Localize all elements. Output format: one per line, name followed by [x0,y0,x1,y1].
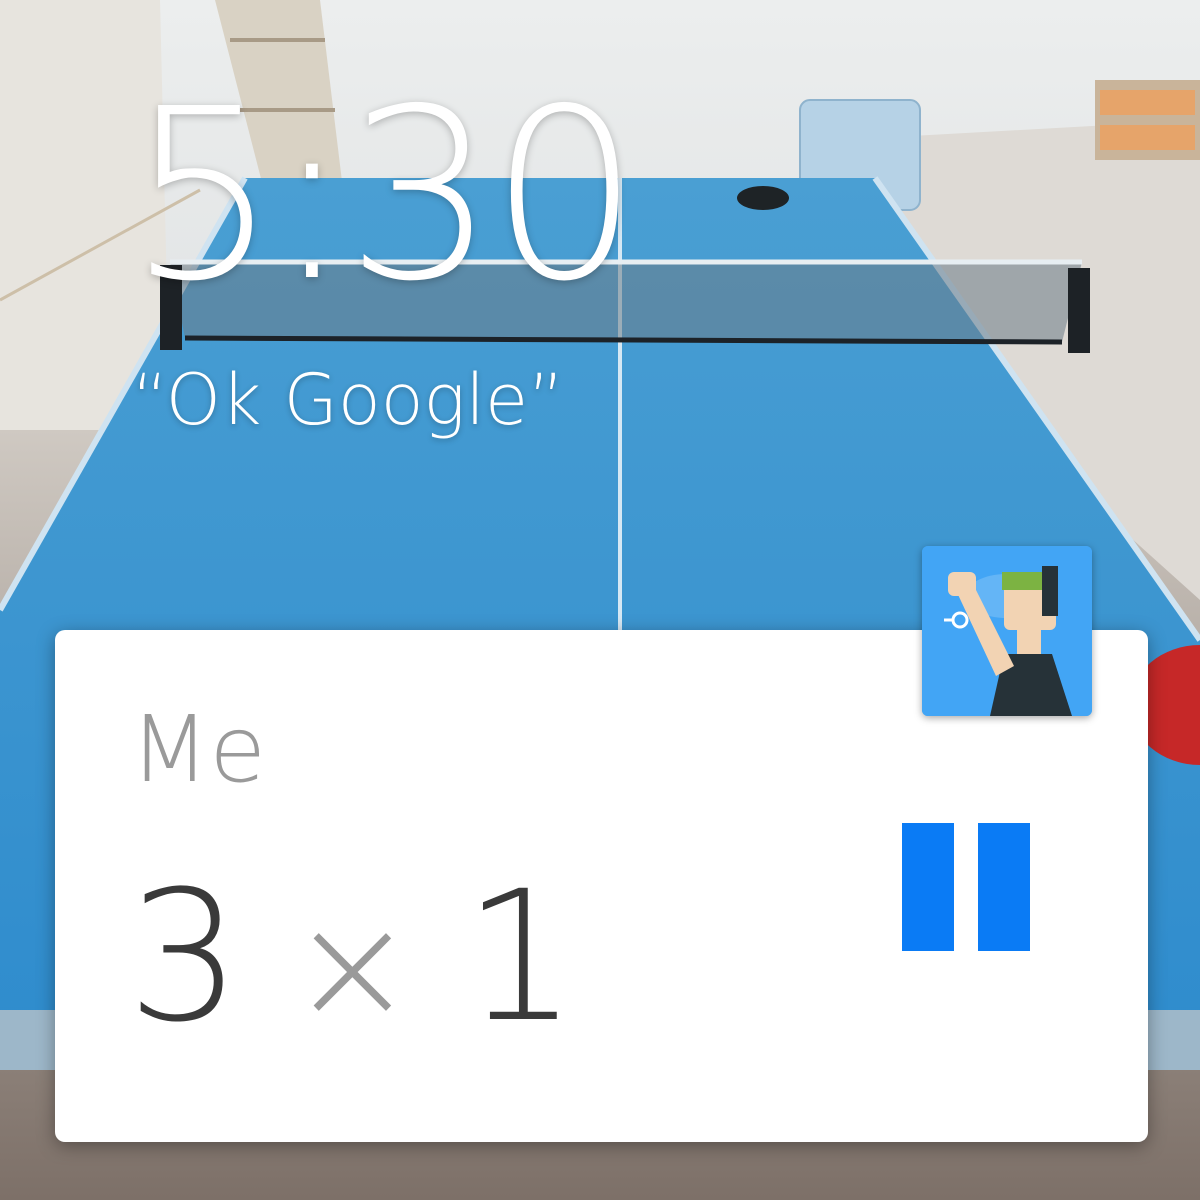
pause-bar-right [978,823,1030,951]
ok-google-prompt[interactable]: “Ok Google” [132,360,564,440]
pause-bar-left [902,823,954,951]
card-title: Me [130,696,266,803]
ping-pong-player-icon [922,546,1092,716]
score-left: 3 [127,853,242,1062]
match-score: 3 × 1 [127,858,578,1068]
score-right: 1 [463,853,578,1062]
score-separator: × [289,881,416,1055]
clock-time: 5:30 [128,58,640,333]
watch-screen: 5:30 “Ok Google” Me 3 × 1 [0,0,1200,1200]
pause-button[interactable] [902,823,1030,951]
